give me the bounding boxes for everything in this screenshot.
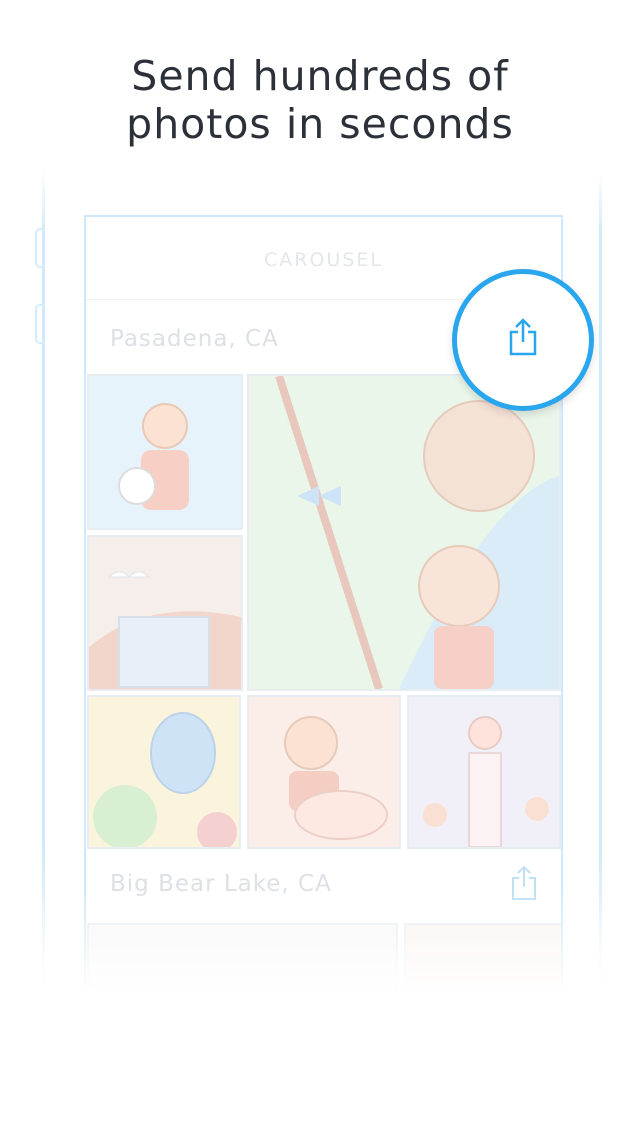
share-highlight-circle[interactable] [452, 269, 594, 411]
share-icon [509, 318, 537, 356]
photo-thumbnail[interactable] [407, 695, 561, 849]
photo-thumbnail[interactable] [87, 374, 243, 530]
headline-line-2: photos in seconds [126, 100, 514, 148]
bottom-fade [0, 890, 640, 1020]
headline-line-1: Send hundreds of [131, 52, 509, 100]
phone-outline-right [599, 170, 602, 1010]
headline: Send hundreds of photos in seconds [0, 52, 640, 148]
phone-side-button [35, 228, 45, 268]
photo-thumbnail[interactable] [87, 695, 241, 849]
phone-outline-left [42, 170, 45, 1010]
photo-thumbnail[interactable] [87, 535, 243, 691]
phone-side-button [35, 304, 45, 344]
photo-thumbnail[interactable] [247, 374, 561, 691]
section-location-label: Pasadena, CA [110, 326, 279, 352]
photo-thumbnail[interactable] [247, 695, 401, 849]
